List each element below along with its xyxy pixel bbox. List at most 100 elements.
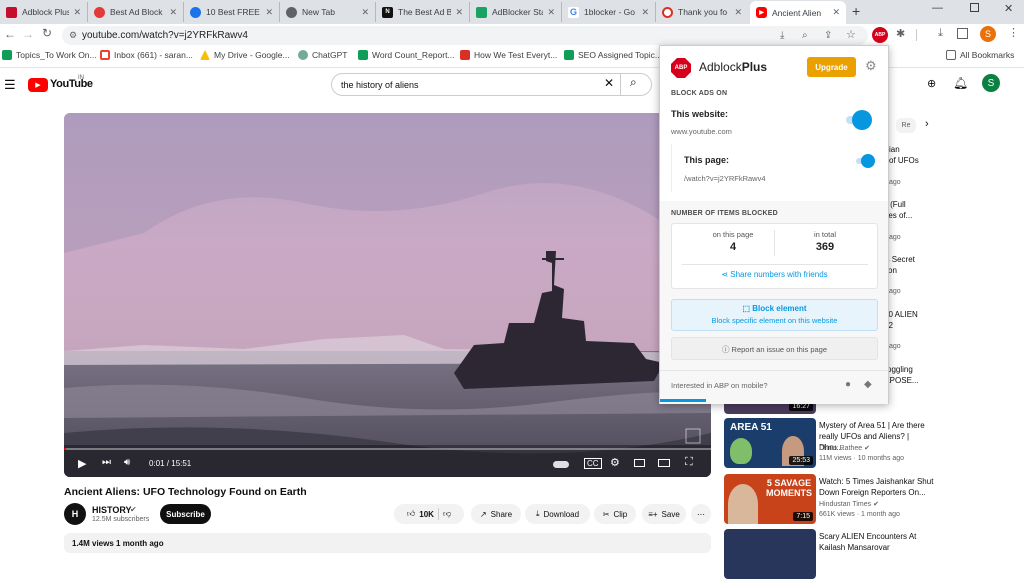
bookmark-item[interactable]: ChatGPT: [298, 50, 347, 60]
tab-10-best-free[interactable]: 10 Best FREE ✕: [184, 2, 280, 22]
youtube-logo-text[interactable]: YouTube: [50, 78, 93, 90]
close-icon[interactable]: ✕: [455, 7, 463, 18]
more-actions-button[interactable]: ⋯: [691, 504, 711, 524]
side-title-partial[interactable]: ian of UFOs: [889, 144, 929, 166]
side-thumbnail[interactable]: [724, 529, 816, 579]
site-info-icon[interactable]: ⚙: [69, 26, 77, 45]
bookmark-item[interactable]: My Drive - Google...: [200, 50, 290, 60]
side-thumbnail[interactable]: 5 SAVAGE MOMENTS 7:15: [724, 474, 816, 524]
close-icon[interactable]: ✕: [832, 7, 840, 18]
bookmark-item[interactable]: How We Test Everyt...: [460, 50, 557, 60]
close-icon[interactable]: ✕: [641, 7, 649, 18]
apple-icon[interactable]: ●: [845, 379, 851, 390]
zoom-icon[interactable]: ⌕: [802, 26, 808, 45]
website-toggle[interactable]: [846, 110, 872, 130]
channel-name[interactable]: HISTORY: [92, 505, 132, 515]
minimize-icon[interactable]: —: [932, 2, 943, 14]
thumbs-up-icon[interactable]: 👍︎: [407, 509, 415, 519]
abp-extension-icon[interactable]: ABP: [872, 27, 888, 43]
clip-button[interactable]: ✂ Clip: [594, 504, 636, 524]
search-icon[interactable]: ⌕: [630, 75, 637, 90]
address-bar[interactable]: ⚙ youtube.com/watch?v=j2YRFkRawv4 ⤓ ⌕ ⇪ …: [62, 26, 868, 45]
person-figure: [728, 484, 758, 524]
profile-avatar[interactable]: S: [980, 26, 996, 42]
bookmark-item[interactable]: SEO Assigned Topic...: [564, 50, 662, 60]
share-button[interactable]: ↗ Share: [471, 504, 521, 524]
youtube-logo-icon[interactable]: ▶: [28, 78, 48, 92]
next-icon[interactable]: ⏭: [102, 457, 111, 468]
subscribe-button[interactable]: Subscribe: [160, 504, 211, 524]
avatar[interactable]: S: [982, 74, 1000, 92]
tab-best-ad-block[interactable]: Best Ad Block ✕: [88, 2, 184, 22]
toolbar-divider: [916, 29, 917, 41]
share-numbers-link[interactable]: ⋖ Share numbers with friends: [671, 270, 878, 279]
side-video-stats: 11M views · 10 months ago: [819, 455, 905, 462]
play-icon[interactable]: ▶: [78, 457, 86, 470]
tab-ancient-aliens[interactable]: ▶ Ancient Alien ✕: [750, 1, 846, 24]
tab-adblocker-sta[interactable]: AdBlocker Sta ✕: [470, 2, 562, 22]
captions-icon[interactable]: CC: [584, 458, 602, 469]
window-close-icon[interactable]: ✕: [1004, 2, 1013, 15]
tab-new-tab[interactable]: New Tab ✕: [280, 2, 376, 22]
back-arrow-icon[interactable]: ←: [4, 27, 16, 41]
side-title-partial[interactable]: 10 ALIEN22: [884, 309, 929, 331]
tab-title: Ancient Alien: [772, 7, 822, 18]
save-button[interactable]: ≡+ Save: [642, 504, 686, 524]
thumbs-down-icon[interactable]: 👎︎: [443, 509, 451, 519]
close-icon[interactable]: ✕: [73, 7, 81, 18]
chip-partial[interactable]: Re: [896, 118, 916, 133]
side-video-channel[interactable]: Dhruv Rathee ✔: [819, 444, 870, 454]
tab-thank-you[interactable]: Thank you fo ✕: [656, 2, 748, 22]
android-icon[interactable]: ◆: [864, 379, 872, 390]
more-menu-icon[interactable]: ⋮: [1008, 26, 1019, 39]
video-player[interactable]: ▶ ⏭ 🔊︎ 0:01 / 15:51 CC ⚙ ⛶: [64, 113, 711, 477]
hamburger-menu-icon[interactable]: ☰: [4, 77, 16, 93]
side-video-title[interactable]: Scary ALIEN Encounters At Kailash Mansaro…: [819, 531, 934, 553]
bookmark-star-icon[interactable]: ☆: [846, 26, 856, 45]
settings-gear-icon[interactable]: ⚙: [610, 456, 620, 469]
channel-avatar[interactable]: H: [64, 503, 86, 525]
close-icon[interactable]: ✕: [169, 7, 177, 18]
fullscreen-icon[interactable]: ⛶: [685, 456, 693, 469]
extensions-puzzle-icon[interactable]: ✱: [896, 27, 905, 40]
close-icon[interactable]: ✕: [361, 7, 369, 18]
close-icon[interactable]: ✕: [265, 7, 273, 18]
upgrade-button[interactable]: Upgrade: [807, 57, 856, 77]
tab-best-ad-b[interactable]: N The Best Ad B ✕: [376, 2, 470, 22]
close-icon[interactable]: ✕: [547, 7, 555, 18]
side-video-title[interactable]: Watch: 5 Times Jaishankar Shut Down Forei…: [819, 476, 934, 498]
tab-1blocker[interactable]: G 1blocker - Go ✕: [562, 2, 656, 22]
sidepanel-icon[interactable]: [957, 28, 968, 39]
volume-icon[interactable]: 🔊︎: [124, 457, 130, 468]
tab-adblock-plus[interactable]: Adblock Plus ✕: [0, 2, 88, 22]
miniplayer-icon[interactable]: [634, 459, 645, 467]
bookmark-item[interactable]: Inbox (661) - saran...: [100, 50, 193, 60]
close-icon[interactable]: ✕: [734, 7, 742, 18]
all-bookmarks[interactable]: All Bookmarks: [946, 50, 1014, 60]
tab-title: Thank you fo: [678, 7, 728, 17]
new-tab-plus-icon[interactable]: +: [852, 3, 860, 19]
this-page-label: This page:: [684, 155, 730, 165]
share-page-icon[interactable]: ⇪: [824, 26, 832, 45]
chip-next-chevron-icon[interactable]: ›: [925, 118, 929, 130]
side-title-partial[interactable]: 's Secret tion: [884, 254, 929, 276]
settings-gear-icon[interactable]: ⚙: [865, 58, 877, 74]
forward-arrow-icon[interactable]: →: [22, 27, 34, 41]
download-button[interactable]: ⤓ Download: [525, 504, 590, 524]
page-toggle[interactable]: [856, 154, 875, 168]
side-thumbnail[interactable]: AREA 51 25:53: [724, 418, 816, 468]
progress-track[interactable]: [64, 448, 711, 450]
reload-icon[interactable]: ↻: [42, 26, 52, 40]
install-icon[interactable]: ⤓: [780, 26, 784, 45]
theater-mode-icon[interactable]: [658, 459, 670, 467]
notifications-bell-icon[interactable]: 🔔︎: [953, 76, 968, 90]
clear-search-icon[interactable]: ✕: [604, 76, 614, 90]
bookmark-item[interactable]: Word Count_Report...: [358, 50, 455, 60]
maximize-icon[interactable]: [970, 3, 979, 12]
like-count[interactable]: 10K: [419, 510, 434, 519]
create-video-icon[interactable]: ⊕: [927, 77, 936, 90]
side-video-channel[interactable]: Hindustan Times ✔: [819, 500, 879, 510]
download-icon[interactable]: ⤓: [938, 27, 943, 40]
autoplay-toggle[interactable]: [553, 461, 569, 468]
bookmark-item[interactable]: Topics_To Work On...: [2, 50, 97, 60]
